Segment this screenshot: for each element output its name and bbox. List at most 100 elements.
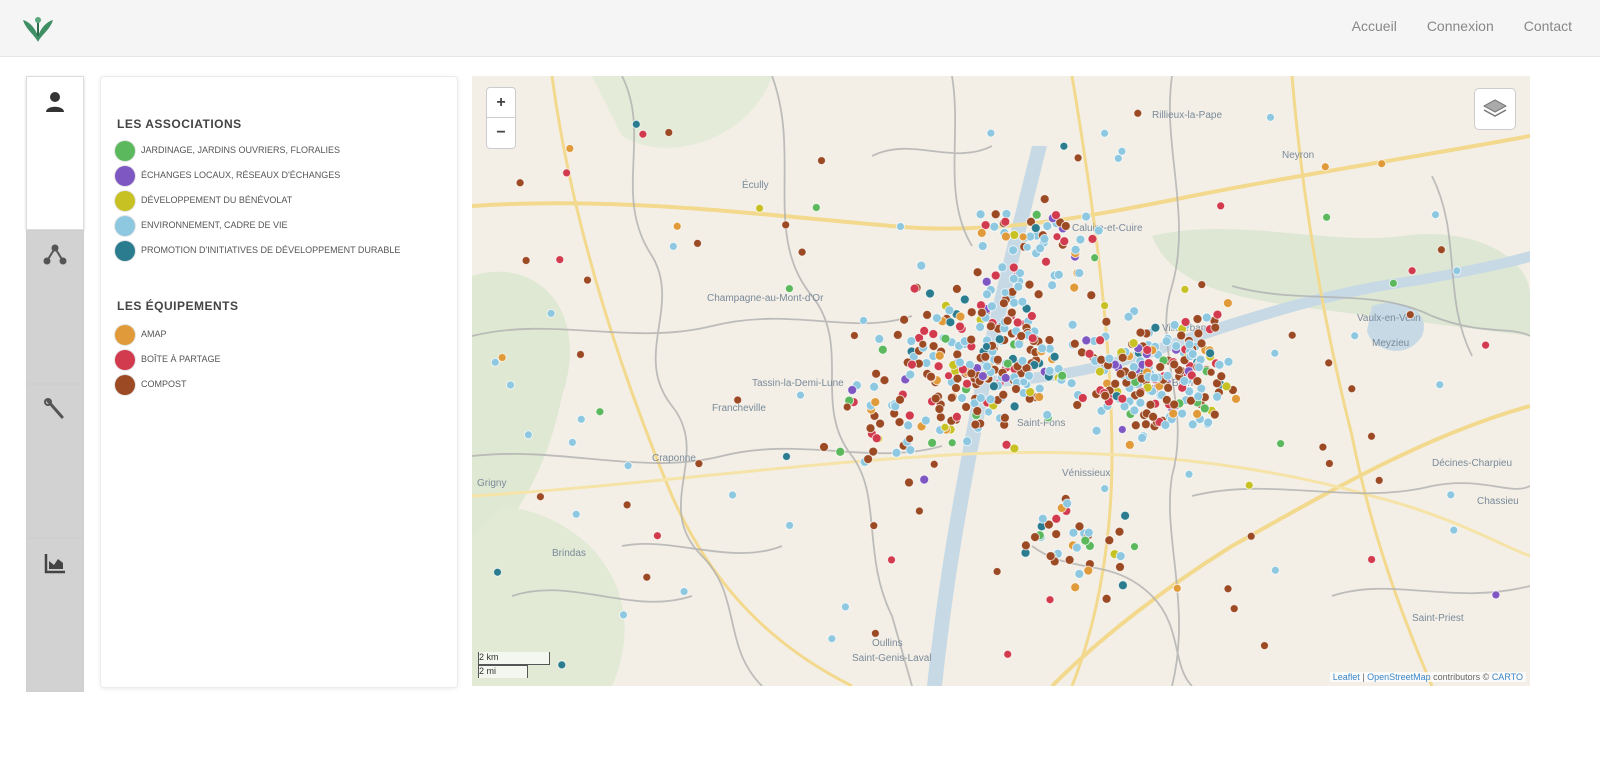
map-marker[interactable] — [920, 415, 931, 426]
map-marker[interactable] — [1002, 315, 1013, 326]
legend-item[interactable]: COMPOST — [115, 375, 435, 395]
map-marker[interactable] — [1212, 391, 1223, 402]
map-marker[interactable] — [1128, 362, 1139, 372]
map-marker[interactable] — [1104, 353, 1115, 364]
map-marker[interactable] — [1209, 409, 1220, 420]
map-marker[interactable] — [1388, 278, 1398, 288]
map-marker[interactable] — [1017, 296, 1028, 307]
map-marker[interactable] — [1205, 348, 1216, 359]
map-marker[interactable] — [1009, 230, 1020, 240]
map-marker[interactable] — [1374, 475, 1384, 485]
map-marker[interactable] — [1212, 309, 1223, 320]
map-marker[interactable] — [1013, 281, 1024, 292]
map-marker[interactable] — [940, 333, 951, 344]
map-marker[interactable] — [1214, 359, 1225, 370]
leaflet-link[interactable]: Leaflet — [1333, 672, 1360, 682]
map-marker[interactable] — [576, 414, 586, 424]
map-marker[interactable] — [961, 402, 972, 412]
map-marker[interactable] — [870, 397, 881, 408]
map-marker[interactable] — [992, 354, 1003, 365]
map-marker[interactable] — [988, 381, 999, 392]
map-marker[interactable] — [571, 509, 581, 519]
map-marker[interactable] — [1148, 411, 1159, 422]
map-marker[interactable] — [638, 129, 648, 139]
map-marker[interactable] — [1481, 340, 1491, 350]
map-marker[interactable] — [1197, 280, 1207, 290]
map-marker[interactable] — [1169, 359, 1180, 370]
map-marker[interactable] — [693, 238, 702, 248]
map-marker[interactable] — [1192, 376, 1203, 387]
map-marker[interactable] — [849, 331, 859, 340]
map-marker[interactable] — [797, 247, 807, 257]
map-marker[interactable] — [1041, 256, 1051, 267]
map-marker[interactable] — [535, 492, 545, 502]
map-marker[interactable] — [865, 423, 876, 434]
map-marker[interactable] — [1114, 526, 1125, 537]
map-marker[interactable] — [1039, 194, 1050, 205]
map-marker[interactable] — [1051, 529, 1062, 540]
map-marker[interactable] — [1052, 232, 1062, 242]
map-marker[interactable] — [998, 389, 1009, 400]
map-marker[interactable] — [952, 373, 963, 384]
map-marker[interactable] — [944, 371, 953, 381]
map-marker[interactable] — [1035, 243, 1046, 254]
map-marker[interactable] — [984, 407, 993, 417]
map-marker[interactable] — [990, 270, 1001, 281]
map-marker[interactable] — [1367, 555, 1377, 564]
map-marker[interactable] — [922, 309, 933, 320]
map-marker[interactable] — [925, 288, 935, 299]
map-marker[interactable] — [1322, 212, 1332, 222]
map-marker[interactable] — [1155, 362, 1166, 372]
map-marker[interactable] — [497, 353, 507, 362]
map-marker[interactable] — [565, 144, 575, 153]
map-marker[interactable] — [986, 128, 996, 138]
map-marker[interactable] — [976, 307, 987, 318]
nav-link-contact[interactable]: Contact — [1524, 18, 1572, 34]
map-marker[interactable] — [1014, 339, 1025, 350]
map-marker[interactable] — [940, 422, 950, 432]
map-marker[interactable] — [1100, 390, 1111, 401]
map-marker[interactable] — [1074, 268, 1085, 278]
map-marker[interactable] — [1045, 595, 1055, 605]
map-marker[interactable] — [1435, 380, 1445, 390]
map-marker[interactable] — [874, 333, 885, 344]
map-marker[interactable] — [931, 313, 942, 324]
map-marker[interactable] — [1100, 128, 1110, 138]
map-marker[interactable] — [896, 222, 905, 231]
map-marker[interactable] — [1081, 211, 1092, 222]
map-marker[interactable] — [904, 477, 914, 488]
map-marker[interactable] — [907, 359, 917, 370]
map-marker[interactable] — [926, 371, 936, 382]
map-marker[interactable] — [1047, 280, 1058, 291]
map-marker[interactable] — [1221, 381, 1232, 392]
map-marker[interactable] — [919, 325, 930, 336]
map-marker[interactable] — [1201, 312, 1212, 323]
map-marker[interactable] — [999, 412, 1010, 423]
map-marker[interactable] — [1060, 221, 1071, 231]
map-marker[interactable] — [962, 378, 972, 389]
map-marker[interactable] — [905, 445, 916, 455]
map-marker[interactable] — [1115, 562, 1125, 572]
map-marker[interactable] — [1115, 368, 1126, 379]
map-marker[interactable] — [1064, 554, 1075, 565]
map-marker[interactable] — [982, 342, 991, 351]
map-marker[interactable] — [1171, 341, 1182, 352]
map-marker[interactable] — [1009, 297, 1020, 308]
map-marker[interactable] — [1037, 513, 1048, 524]
map-marker[interactable] — [1044, 335, 1055, 345]
map-marker[interactable] — [1066, 378, 1077, 389]
map-marker[interactable] — [935, 412, 946, 423]
map-marker[interactable] — [1162, 370, 1173, 381]
map-marker[interactable] — [1222, 298, 1233, 309]
map-marker[interactable] — [583, 275, 592, 285]
map-marker[interactable] — [906, 336, 917, 347]
map-marker[interactable] — [1117, 425, 1127, 434]
map-marker[interactable] — [1184, 469, 1194, 479]
map-marker[interactable] — [981, 276, 992, 287]
map-marker[interactable] — [1077, 393, 1088, 403]
map-marker[interactable] — [1135, 327, 1146, 338]
map-marker[interactable] — [1192, 408, 1203, 419]
map-marker[interactable] — [1026, 311, 1037, 321]
map-marker[interactable] — [994, 334, 1005, 345]
map-marker[interactable] — [1068, 527, 1079, 538]
